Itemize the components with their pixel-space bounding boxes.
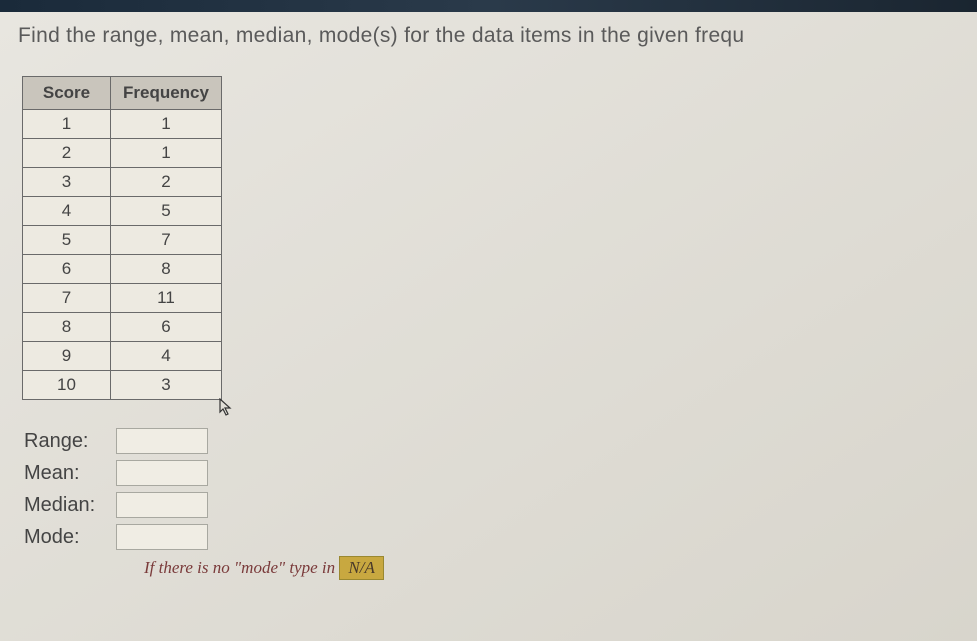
mean-input[interactable] — [116, 460, 208, 486]
cell-score: 3 — [23, 168, 111, 197]
table-header-row: Score Frequency — [23, 77, 222, 110]
window-top-band — [0, 0, 977, 12]
header-frequency: Frequency — [111, 77, 222, 110]
range-label: Range: — [24, 430, 116, 453]
table-row: 6 8 — [23, 255, 222, 284]
content-area: Find the range, mean, median, mode(s) fo… — [0, 12, 977, 592]
table-row: 3 2 — [23, 168, 222, 197]
cell-score: 8 — [23, 313, 111, 342]
table-row: 10 3 — [23, 371, 222, 400]
mean-label: Mean: — [24, 462, 116, 485]
mode-hint: If there is no "mode" type in N/A — [144, 556, 959, 580]
cell-score: 7 — [23, 284, 111, 313]
table-row: 9 4 — [23, 342, 222, 371]
cell-freq: 7 — [111, 226, 222, 255]
mode-input[interactable] — [116, 524, 208, 550]
range-input[interactable] — [116, 428, 208, 454]
frequency-table: Score Frequency 1 1 2 1 3 2 4 5 5 — [22, 76, 222, 400]
na-badge: N/A — [339, 556, 383, 580]
cell-freq: 1 — [111, 139, 222, 168]
mean-row: Mean: — [24, 460, 959, 486]
cell-score: 6 — [23, 255, 111, 284]
cell-score: 2 — [23, 139, 111, 168]
table-row: 8 6 — [23, 313, 222, 342]
range-row: Range: — [24, 428, 959, 454]
table-row: 4 5 — [23, 197, 222, 226]
mode-label: Mode: — [24, 526, 116, 549]
mode-row: Mode: — [24, 524, 959, 550]
cell-freq: 2 — [111, 168, 222, 197]
header-score: Score — [23, 77, 111, 110]
median-row: Median: — [24, 492, 959, 518]
table-row: 1 1 — [23, 110, 222, 139]
table-row: 7 11 — [23, 284, 222, 313]
cell-freq: 11 — [111, 284, 222, 313]
cell-score: 4 — [23, 197, 111, 226]
cell-score: 9 — [23, 342, 111, 371]
median-label: Median: — [24, 494, 116, 517]
hint-text: If there is no "mode" type in — [144, 558, 335, 577]
cell-score: 5 — [23, 226, 111, 255]
cell-score: 1 — [23, 110, 111, 139]
cell-freq: 6 — [111, 313, 222, 342]
answers-section: Range: Mean: Median: Mode: If there is n… — [24, 428, 959, 580]
table-row: 2 1 — [23, 139, 222, 168]
cell-freq: 3 — [111, 371, 222, 400]
question-prompt: Find the range, mean, median, mode(s) fo… — [18, 24, 959, 48]
median-input[interactable] — [116, 492, 208, 518]
cell-freq: 5 — [111, 197, 222, 226]
cell-freq: 1 — [111, 110, 222, 139]
cell-score: 10 — [23, 371, 111, 400]
cell-freq: 8 — [111, 255, 222, 284]
table-row: 5 7 — [23, 226, 222, 255]
cell-freq: 4 — [111, 342, 222, 371]
